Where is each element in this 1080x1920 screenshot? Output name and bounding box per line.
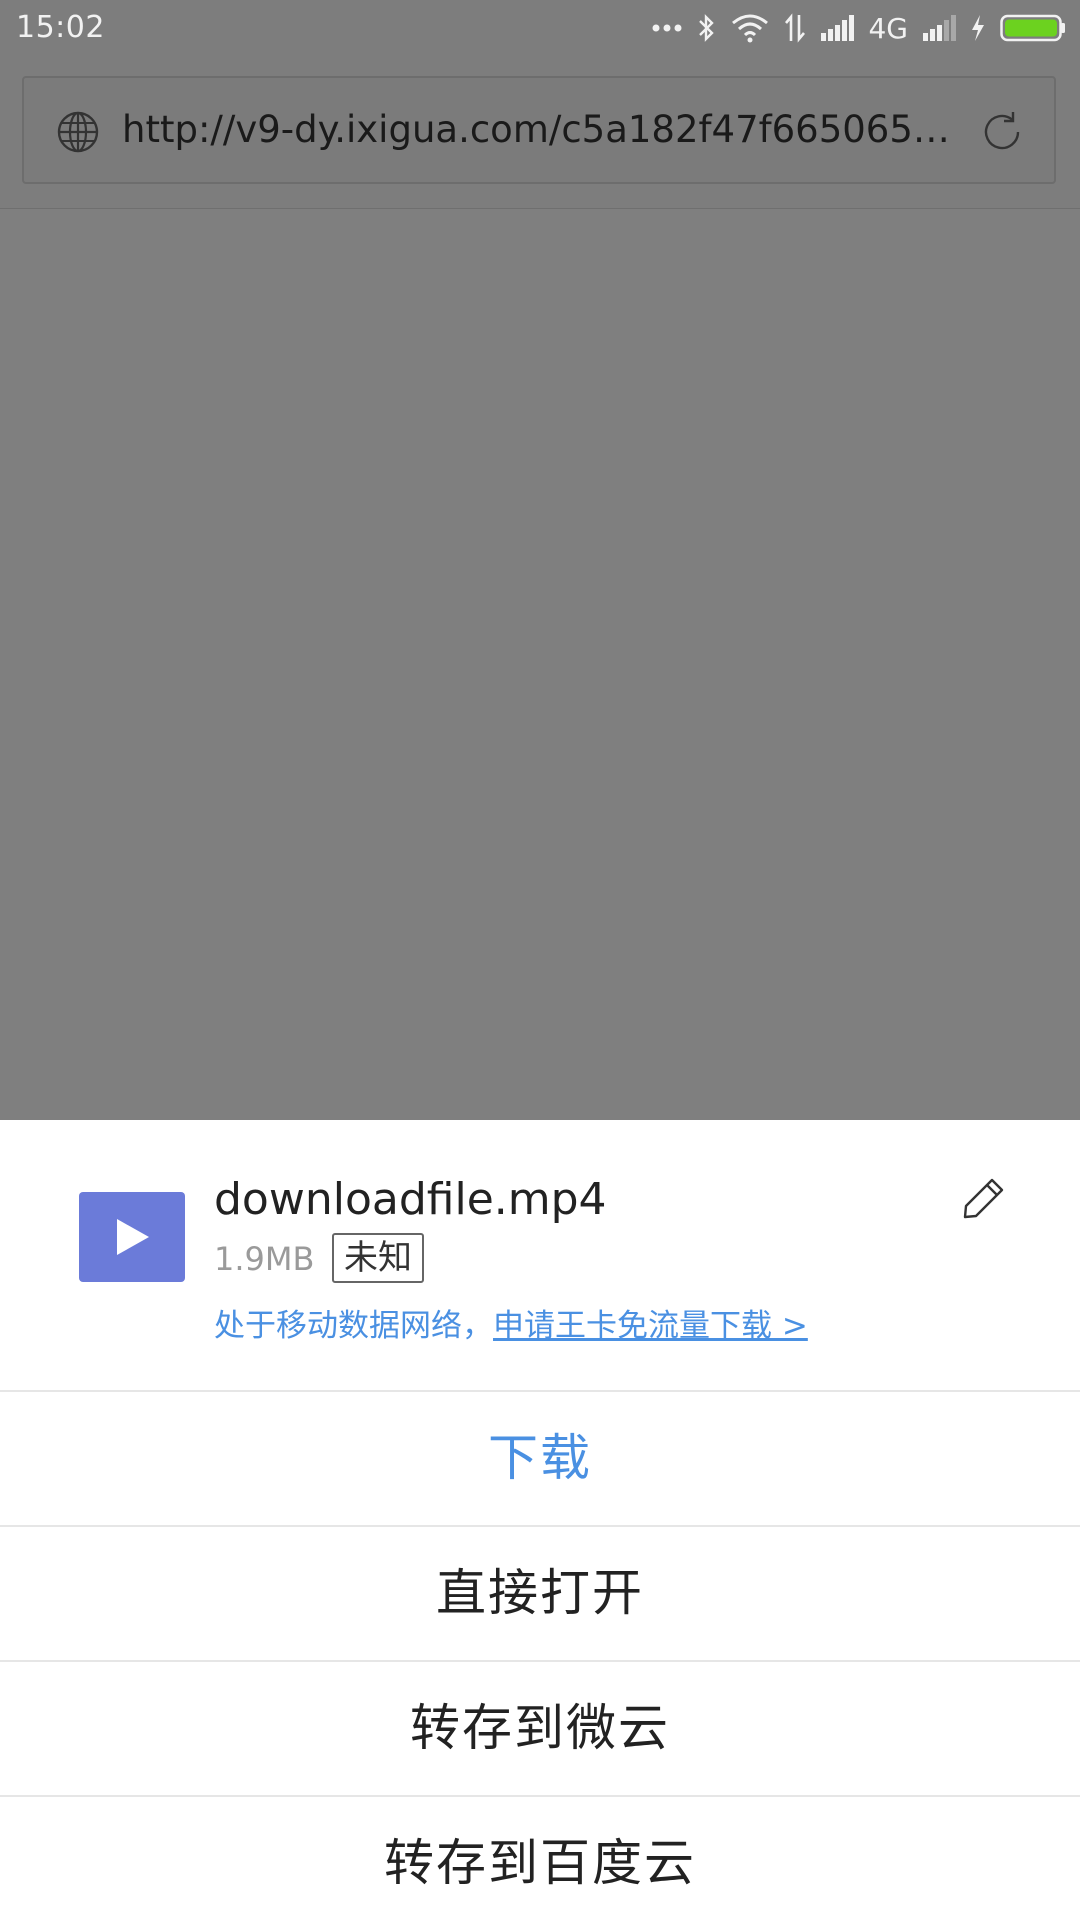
free-data-download-link[interactable]: 申请王卡免流量下载 > — [493, 1308, 808, 1344]
download-sheet: downloadfile.mp4 1.9MB 未知 处于移动数据网络，申请王卡免… — [0, 1120, 1080, 1920]
battery-icon — [1000, 13, 1066, 43]
video-file-icon — [79, 1192, 185, 1282]
status-icons: 4G — [652, 8, 1066, 48]
url-text[interactable]: http://v9-dy.ixigua.com/c5a182f47f665065… — [122, 108, 972, 151]
bluetooth-icon — [696, 13, 716, 43]
dimmed-page-overlay[interactable] — [0, 209, 1080, 1120]
action-list: 下载 直接打开 转存到微云 转存到百度云 — [0, 1390, 1080, 1920]
signal-weak-icon — [922, 15, 956, 41]
edit-pencil-icon[interactable] — [962, 1176, 1006, 1224]
signal-icon — [820, 15, 855, 41]
status-time: 15:02 — [16, 10, 105, 45]
network-notice: 处于移动数据网络，申请王卡免流量下载 > — [214, 1300, 808, 1345]
wifi-icon — [730, 13, 770, 43]
refresh-icon[interactable] — [978, 108, 1026, 160]
data-transfer-icon — [784, 13, 806, 43]
download-button[interactable]: 下载 — [0, 1390, 1080, 1525]
more-dots-icon — [652, 23, 682, 33]
save-to-weiyun-button[interactable]: 转存到微云 — [0, 1660, 1080, 1795]
globe-icon — [56, 110, 100, 158]
save-to-baidu-cloud-button[interactable]: 转存到百度云 — [0, 1795, 1080, 1920]
open-directly-button[interactable]: 直接打开 — [0, 1525, 1080, 1660]
file-type-badge: 未知 — [332, 1233, 424, 1283]
network-type-label: 4G — [868, 11, 908, 45]
status-bar: 15:02 4G — [0, 0, 1080, 56]
network-notice-text: 处于移动数据网络， — [214, 1308, 493, 1344]
url-bar[interactable]: http://v9-dy.ixigua.com/c5a182f47f665065… — [22, 76, 1056, 184]
file-name: downloadfile.mp4 — [214, 1174, 607, 1225]
charging-icon — [970, 14, 986, 42]
browser-toolbar: http://v9-dy.ixigua.com/c5a182f47f665065… — [0, 56, 1080, 209]
file-size: 1.9MB — [214, 1240, 315, 1278]
